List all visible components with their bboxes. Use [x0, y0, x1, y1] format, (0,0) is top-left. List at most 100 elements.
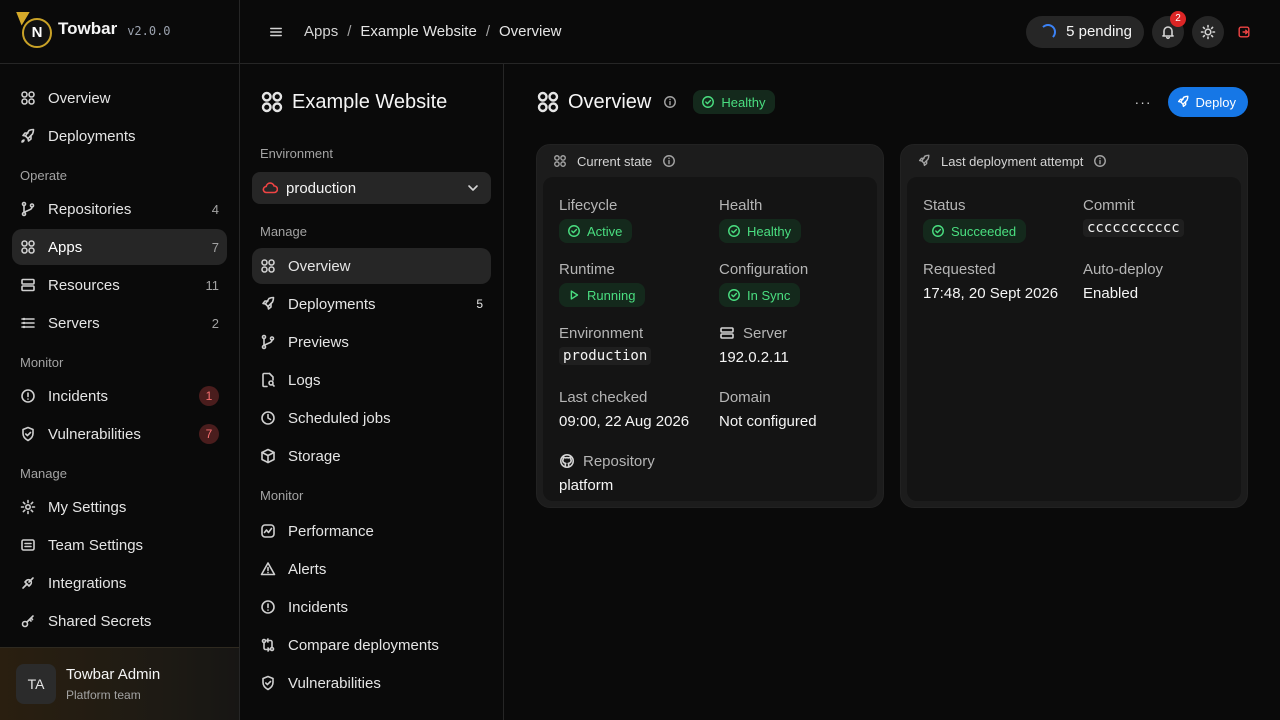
sidebar-item-shared-secrets[interactable]: Shared Secrets	[12, 603, 227, 639]
pending-label: 5 pending	[1066, 23, 1132, 40]
sidebar-item-resources[interactable]: Resources 11	[12, 267, 227, 303]
app-name: Example Website	[292, 90, 448, 113]
sidebar-item-label: My Settings	[48, 498, 127, 516]
logout-button[interactable]	[1228, 16, 1260, 48]
sidebar-item-label: Integrations	[48, 574, 127, 592]
sidebar-item-repositories[interactable]: Repositories 4	[12, 191, 227, 227]
info-icon[interactable]	[1093, 154, 1107, 168]
brand-version: v2.0.0	[127, 23, 171, 38]
sidebar-item-count: 4	[211, 201, 219, 217]
menu-toggle-button[interactable]	[264, 20, 288, 44]
subnav-item-scheduled-jobs[interactable]: Scheduled jobs	[252, 400, 491, 436]
gear-icon	[20, 499, 36, 515]
sidebar-item-apps[interactable]: Apps 7	[12, 229, 227, 265]
sidebar-item-overview[interactable]: Overview	[12, 80, 227, 116]
cloud-icon	[262, 182, 278, 194]
compare-icon	[261, 638, 275, 652]
overview-grid-icon	[21, 91, 35, 105]
pending-button[interactable]: 5 pending	[1026, 15, 1144, 48]
spinner-icon	[1040, 23, 1057, 40]
lifecycle-label: Lifecycle	[559, 196, 618, 214]
database-icon	[21, 278, 35, 292]
user-card[interactable]: TA Towbar Admin Platform team	[0, 647, 239, 720]
environment-select[interactable]: production	[252, 172, 491, 204]
sidebar-item-deployments[interactable]: Deployments	[12, 118, 227, 154]
subnav-item-label: Incidents	[288, 598, 349, 616]
sidebar-item-label: Deployments	[48, 127, 136, 145]
sidebar-item-label: Shared Secrets	[48, 612, 152, 630]
configuration-badge: In Sync	[719, 283, 801, 307]
file-search-icon	[262, 372, 275, 388]
subnav-section-monitor: Monitor	[260, 488, 304, 503]
notifications-badge: 2	[1170, 10, 1186, 27]
rocket-icon	[1177, 95, 1189, 108]
subnav-item-incidents[interactable]: Incidents	[252, 589, 491, 625]
subnav-item-compare-deployments[interactable]: Compare deployments	[252, 627, 491, 663]
commit-value[interactable]: ccccccccccc	[1083, 219, 1184, 237]
theme-toggle-button[interactable]	[1192, 15, 1224, 48]
rocket-icon	[262, 296, 275, 310]
sidebar-item-label: Overview	[48, 89, 111, 107]
subnav-item-logs[interactable]: Logs	[252, 362, 491, 398]
health-label: Health	[719, 196, 763, 214]
app-grid-icon	[261, 91, 283, 113]
main-sidebar: N Towbar v2.0.0 Overview Deployments Ope…	[0, 0, 240, 720]
sidebar-item-integrations[interactable]: Integrations	[12, 565, 227, 601]
sun-icon	[1200, 24, 1216, 39]
deploy-label: Deploy	[1195, 94, 1236, 110]
server-icon	[21, 317, 35, 329]
check-circle-icon	[728, 289, 740, 301]
subnav-item-label: Vulnerabilities	[288, 674, 381, 692]
incidents-count-badge: 1	[199, 386, 219, 406]
server-value[interactable]: 192.0.2.11	[719, 349, 861, 366]
sidebar-item-incidents[interactable]: Incidents 1	[12, 378, 227, 414]
brand[interactable]: N Towbar v2.0.0	[0, 0, 239, 64]
hamburger-icon	[270, 27, 282, 36]
git-branch-icon	[21, 201, 35, 217]
logout-icon	[1238, 25, 1250, 38]
repository-value[interactable]: platform	[559, 477, 719, 494]
environment-field-label: Environment	[559, 324, 644, 342]
info-icon[interactable]	[663, 95, 677, 109]
subnav-item-vulnerabilities[interactable]: Vulnerabilities	[252, 665, 491, 701]
sidebar-item-label: Resources	[48, 276, 120, 294]
play-icon	[570, 290, 579, 300]
lifecycle-badge: Active	[559, 219, 633, 243]
subnav-item-label: Alerts	[288, 560, 327, 578]
sidebar-item-vulnerabilities[interactable]: Vulnerabilities 7	[12, 416, 227, 452]
last-checked-label: Last checked	[559, 388, 648, 406]
sidebar-item-team-settings[interactable]: Team Settings	[12, 527, 227, 563]
breadcrumb-apps[interactable]: Apps	[304, 23, 338, 40]
topbar: Apps / Example Website / Overview 5 pend…	[240, 0, 1280, 64]
subnav-item-label: Scheduled jobs	[288, 409, 391, 427]
rocket-icon	[918, 154, 930, 167]
main-nav: Overview Deployments Operate Repositorie…	[0, 64, 239, 639]
sidebar-item-servers[interactable]: Servers 2	[12, 305, 227, 341]
overview-grid-icon	[554, 155, 566, 167]
subnav-item-deployments[interactable]: Deployments 5	[252, 286, 491, 322]
check-circle-icon	[568, 225, 580, 237]
subnav-item-previews[interactable]: Previews	[252, 324, 491, 360]
clock-icon	[261, 411, 275, 425]
subnav-item-performance[interactable]: Performance	[252, 513, 491, 549]
alert-circle-icon	[21, 389, 35, 403]
subnav-item-count: 5	[476, 297, 483, 311]
runtime-badge: Running	[559, 283, 646, 307]
sidebar-section-monitor: Monitor	[20, 355, 64, 370]
info-icon[interactable]	[662, 154, 676, 168]
sidebar-item-count: 11	[205, 277, 220, 293]
deploy-button[interactable]: Deploy	[1167, 87, 1248, 117]
chevron-down-icon	[468, 185, 478, 191]
more-actions-button[interactable]: ···	[1135, 94, 1152, 110]
subnav-item-overview[interactable]: Overview	[252, 248, 491, 284]
overview-grid-icon	[261, 259, 275, 273]
vulnerabilities-count-badge: 7	[199, 424, 219, 444]
subnav-item-storage[interactable]: Storage	[252, 438, 491, 474]
breadcrumb-example-website[interactable]: Example Website	[360, 23, 476, 40]
subnav-item-alerts[interactable]: Alerts	[252, 551, 491, 587]
check-circle-icon	[932, 225, 944, 237]
notifications-button[interactable]: 2	[1152, 10, 1186, 48]
sidebar-item-my-settings[interactable]: My Settings	[12, 489, 227, 525]
sidebar-item-count: 2	[211, 315, 219, 331]
domain-label: Domain	[719, 388, 771, 406]
